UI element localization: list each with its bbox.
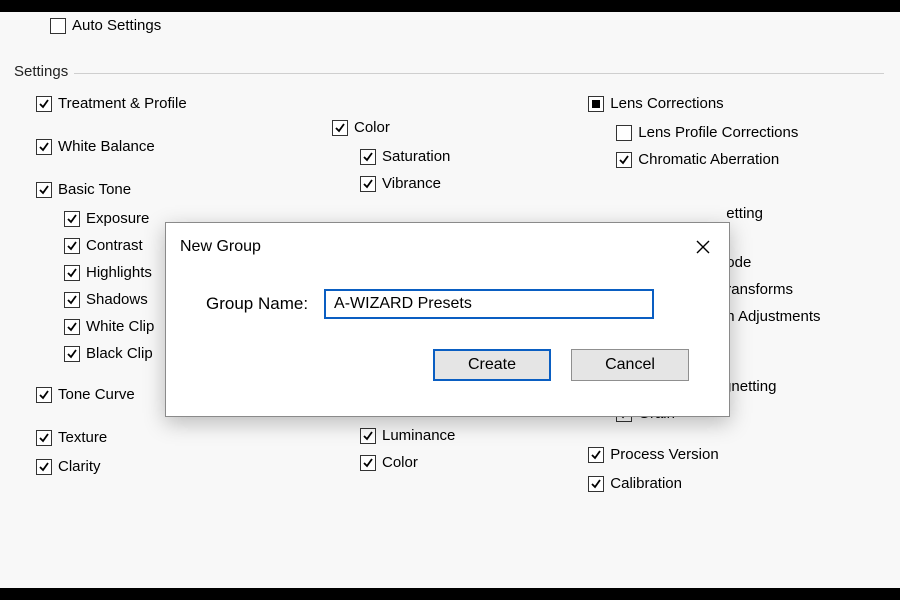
label: Color — [354, 120, 390, 135]
cancel-button[interactable]: Cancel — [571, 349, 689, 381]
label: Saturation — [382, 149, 450, 164]
clarity-row[interactable]: Clarity — [36, 457, 312, 476]
create-button[interactable]: Create — [433, 349, 551, 381]
checkbox-checked-icon — [360, 428, 376, 444]
checkbox-checked-icon — [36, 182, 52, 198]
label: Process Version — [610, 447, 718, 462]
checkbox-checked-icon — [36, 96, 52, 112]
checkbox-checked-icon — [64, 238, 80, 254]
dialog-title: New Group — [180, 238, 261, 256]
color-row[interactable]: Color — [332, 118, 588, 137]
label: Texture — [58, 430, 107, 445]
group-name-input[interactable] — [324, 289, 654, 319]
label: Lens Profile Corrections — [638, 125, 798, 140]
label: Vibrance — [382, 176, 441, 191]
checkbox-checked-icon — [64, 211, 80, 227]
auto-settings-row[interactable]: Auto Settings — [50, 16, 884, 35]
settings-legend: Settings — [12, 63, 74, 80]
checkbox-checked-icon — [360, 176, 376, 192]
label-fragment: ransforms — [726, 282, 793, 297]
treatment-profile-row[interactable]: Treatment & Profile — [36, 94, 312, 113]
label: Calibration — [610, 476, 682, 491]
saturation-row[interactable]: Saturation — [360, 147, 588, 166]
auto-settings-label: Auto Settings — [72, 18, 161, 33]
label: Contrast — [86, 238, 143, 253]
label: Lens Corrections — [610, 96, 723, 111]
label-fragment: etting — [726, 206, 763, 221]
calibration-row[interactable]: Calibration — [588, 474, 884, 493]
checkbox-checked-icon — [36, 459, 52, 475]
label: Color — [382, 455, 418, 470]
checkbox-checked-icon — [360, 455, 376, 471]
label: Black Clip — [86, 346, 153, 361]
label: Chromatic Aberration — [638, 152, 779, 167]
process-version-row[interactable]: Process Version — [588, 445, 884, 464]
white-balance-row[interactable]: White Balance — [36, 137, 312, 156]
color-nr-row[interactable]: Color — [360, 453, 588, 472]
label: Highlights — [86, 265, 152, 280]
checkbox-checked-icon — [360, 149, 376, 165]
checkbox-checked-icon — [36, 139, 52, 155]
new-group-dialog: New Group Group Name: Create Cancel — [165, 222, 730, 417]
lens-profile-corrections-row[interactable]: Lens Profile Corrections — [616, 123, 884, 142]
checkbox-checked-icon — [64, 265, 80, 281]
label: Exposure — [86, 211, 149, 226]
checkbox-checked-icon — [36, 387, 52, 403]
label: Shadows — [86, 292, 148, 307]
checkbox-checked-icon — [64, 346, 80, 362]
label: Treatment & Profile — [58, 96, 187, 111]
checkbox-checked-icon — [64, 292, 80, 308]
checkbox-checked-icon — [36, 430, 52, 446]
luminance-row[interactable]: Luminance — [360, 426, 588, 445]
label: White Balance — [58, 139, 155, 154]
close-icon — [696, 240, 710, 254]
vignetting-row[interactable]: etting — [616, 204, 884, 223]
lens-distortion-row[interactable] — [616, 177, 884, 196]
texture-row[interactable]: Texture — [36, 428, 312, 447]
vibrance-row[interactable]: Vibrance — [360, 174, 588, 193]
checkbox-checked-icon — [332, 120, 348, 136]
label-fragment: ode — [726, 255, 751, 270]
label-fragment: n Adjustments — [726, 309, 820, 324]
label: White Clip — [86, 319, 154, 334]
label: Luminance — [382, 428, 455, 443]
checkbox-checked-icon — [588, 476, 604, 492]
checkbox-mixed-icon — [588, 96, 604, 112]
checkbox-checked-icon — [588, 447, 604, 463]
label: Basic Tone — [58, 182, 131, 197]
label: Tone Curve — [58, 387, 135, 402]
label: Clarity — [58, 459, 101, 474]
checkbox-checked-icon — [64, 319, 80, 335]
basic-tone-row[interactable]: Basic Tone — [36, 180, 312, 199]
auto-settings-section: Auto Settings — [16, 16, 884, 35]
close-button[interactable] — [687, 233, 719, 261]
checkbox-icon — [50, 18, 66, 34]
lens-corrections-row[interactable]: Lens Corrections — [588, 94, 884, 113]
checkbox-icon — [616, 125, 632, 141]
group-name-label: Group Name: — [206, 294, 308, 314]
checkbox-checked-icon — [616, 152, 632, 168]
chromatic-aberration-row[interactable]: Chromatic Aberration — [616, 150, 884, 169]
